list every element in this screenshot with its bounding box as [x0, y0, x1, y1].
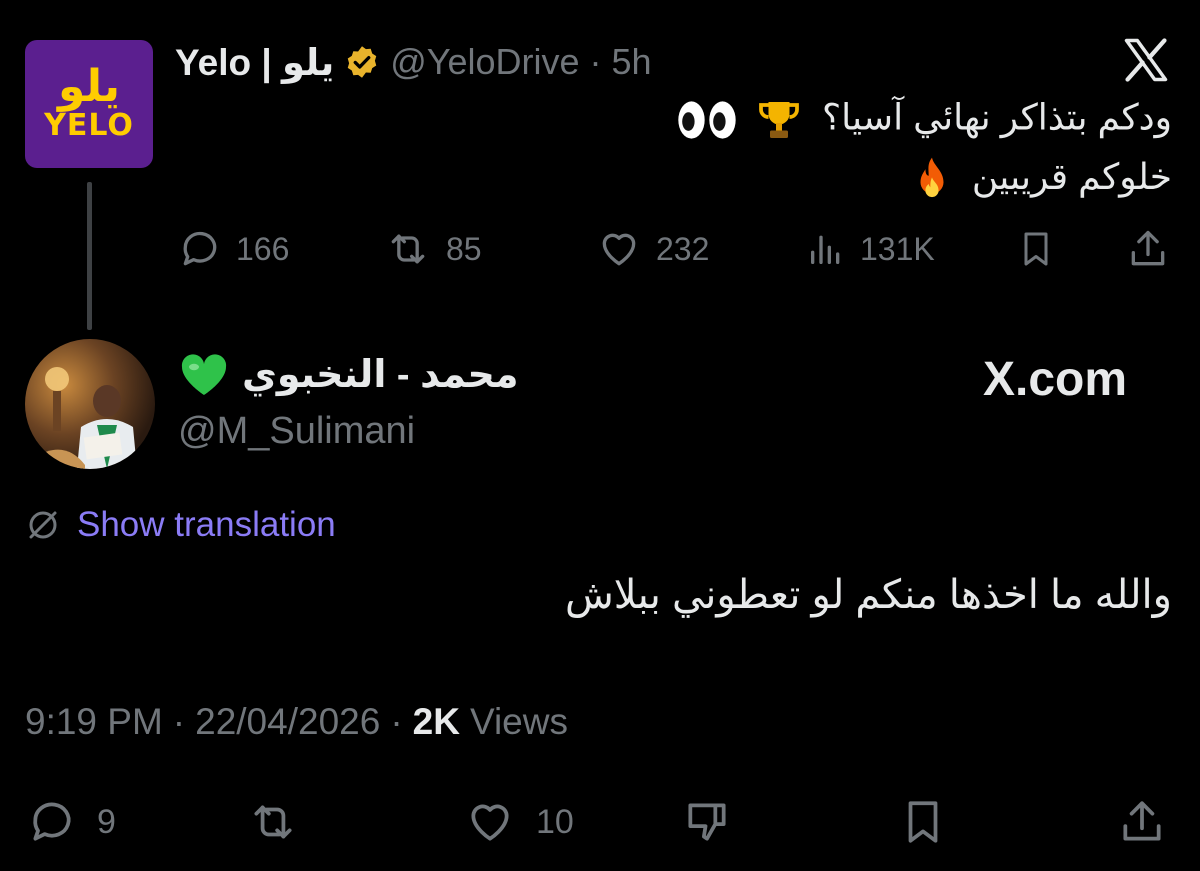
- reply-author-avatar[interactable]: [25, 339, 155, 469]
- repost-count: 85: [446, 230, 482, 267]
- bookmark-icon[interactable]: [898, 797, 948, 847]
- reply-views-count: 2K: [412, 701, 460, 742]
- reply-count: 166: [236, 230, 290, 267]
- meta-separator: ·: [390, 701, 403, 742]
- parent-text-line1: ودكم بتذاكر نهائي آسيا؟: [821, 96, 1172, 138]
- parent-views-button[interactable]: 131K: [806, 227, 935, 271]
- show-translation-button[interactable]: Show translation: [25, 505, 336, 545]
- x-com-label: X.com: [983, 353, 1128, 406]
- parent-repost-button[interactable]: 85: [384, 227, 482, 271]
- like-count: 232: [656, 230, 710, 267]
- reply-repost-button[interactable]: [244, 797, 302, 847]
- logo-arabic-text: يلو: [57, 61, 121, 112]
- reply-bubble-icon: [178, 227, 222, 271]
- reply-handle[interactable]: @M_Sulimani: [178, 410, 415, 453]
- reply-like-button[interactable]: 10: [462, 797, 574, 847]
- heart-icon: [596, 227, 642, 271]
- show-translation-label[interactable]: Show translation: [77, 505, 336, 545]
- parent-reply-button[interactable]: 166: [178, 227, 289, 271]
- parent-timestamp[interactable]: 5h: [612, 41, 652, 83]
- reply-date[interactable]: 22/04/2026: [195, 701, 380, 743]
- parent-author-row: Yelo | يلو @YeloDrive · 5h: [175, 38, 652, 86]
- parent-text-line2: خلوكم قريبين: [971, 156, 1172, 197]
- reply-views-label: Views: [469, 701, 568, 742]
- reply-display-name[interactable]: محمد - النخبوي: [242, 352, 518, 397]
- reply-time[interactable]: 9:19 PM: [25, 701, 163, 743]
- parent-like-button[interactable]: 232: [596, 227, 709, 271]
- x-logo-icon: [1120, 34, 1172, 86]
- reply-reply-count: 9: [97, 802, 116, 841]
- parent-handle[interactable]: @YeloDrive: [390, 41, 579, 83]
- reply-meta-row: 9:19 PM · 22/04/2026 · 2K Views: [25, 701, 568, 743]
- thread-connector-line: [87, 182, 92, 330]
- dislike-thumbs-down-icon[interactable]: [680, 797, 734, 847]
- reply-reply-button[interactable]: 9: [25, 797, 116, 847]
- fire-emoji-icon: [912, 156, 952, 202]
- bookmark-icon[interactable]: [1016, 227, 1056, 271]
- trophy-emoji-icon: [754, 96, 804, 144]
- views-count: 131K: [860, 230, 935, 267]
- globe-slash-icon: [25, 507, 61, 543]
- reply-like-count: 10: [536, 802, 574, 841]
- share-icon[interactable]: [1117, 797, 1167, 847]
- heart-icon: [462, 797, 518, 847]
- parent-display-name[interactable]: Yelo | يلو: [175, 41, 334, 84]
- reply-tweet-text: والله ما اخذها منكم لو تعطوني ببلاش: [564, 573, 1172, 617]
- yelo-avatar[interactable]: يلو YELO: [25, 40, 153, 168]
- reply-author-row: محمد - النخبوي: [180, 352, 518, 397]
- meta-separator: ·: [172, 701, 186, 742]
- parent-tweet-line2: خلوكم قريبين: [912, 156, 1172, 202]
- separator-dot: ·: [589, 41, 602, 82]
- reply-bubble-icon: [25, 797, 79, 847]
- logo-latin-text: YELO: [44, 108, 134, 143]
- parent-tweet-line1: ودكم بتذاكر نهائي آسيا؟: [676, 96, 1172, 144]
- bar-chart-icon: [806, 227, 846, 271]
- green-heart-emoji-icon: [180, 353, 228, 397]
- eyes-emoji-icon: [676, 98, 738, 142]
- verified-badge-icon: [344, 44, 380, 80]
- share-icon[interactable]: [1126, 227, 1170, 271]
- repost-icon: [384, 227, 432, 271]
